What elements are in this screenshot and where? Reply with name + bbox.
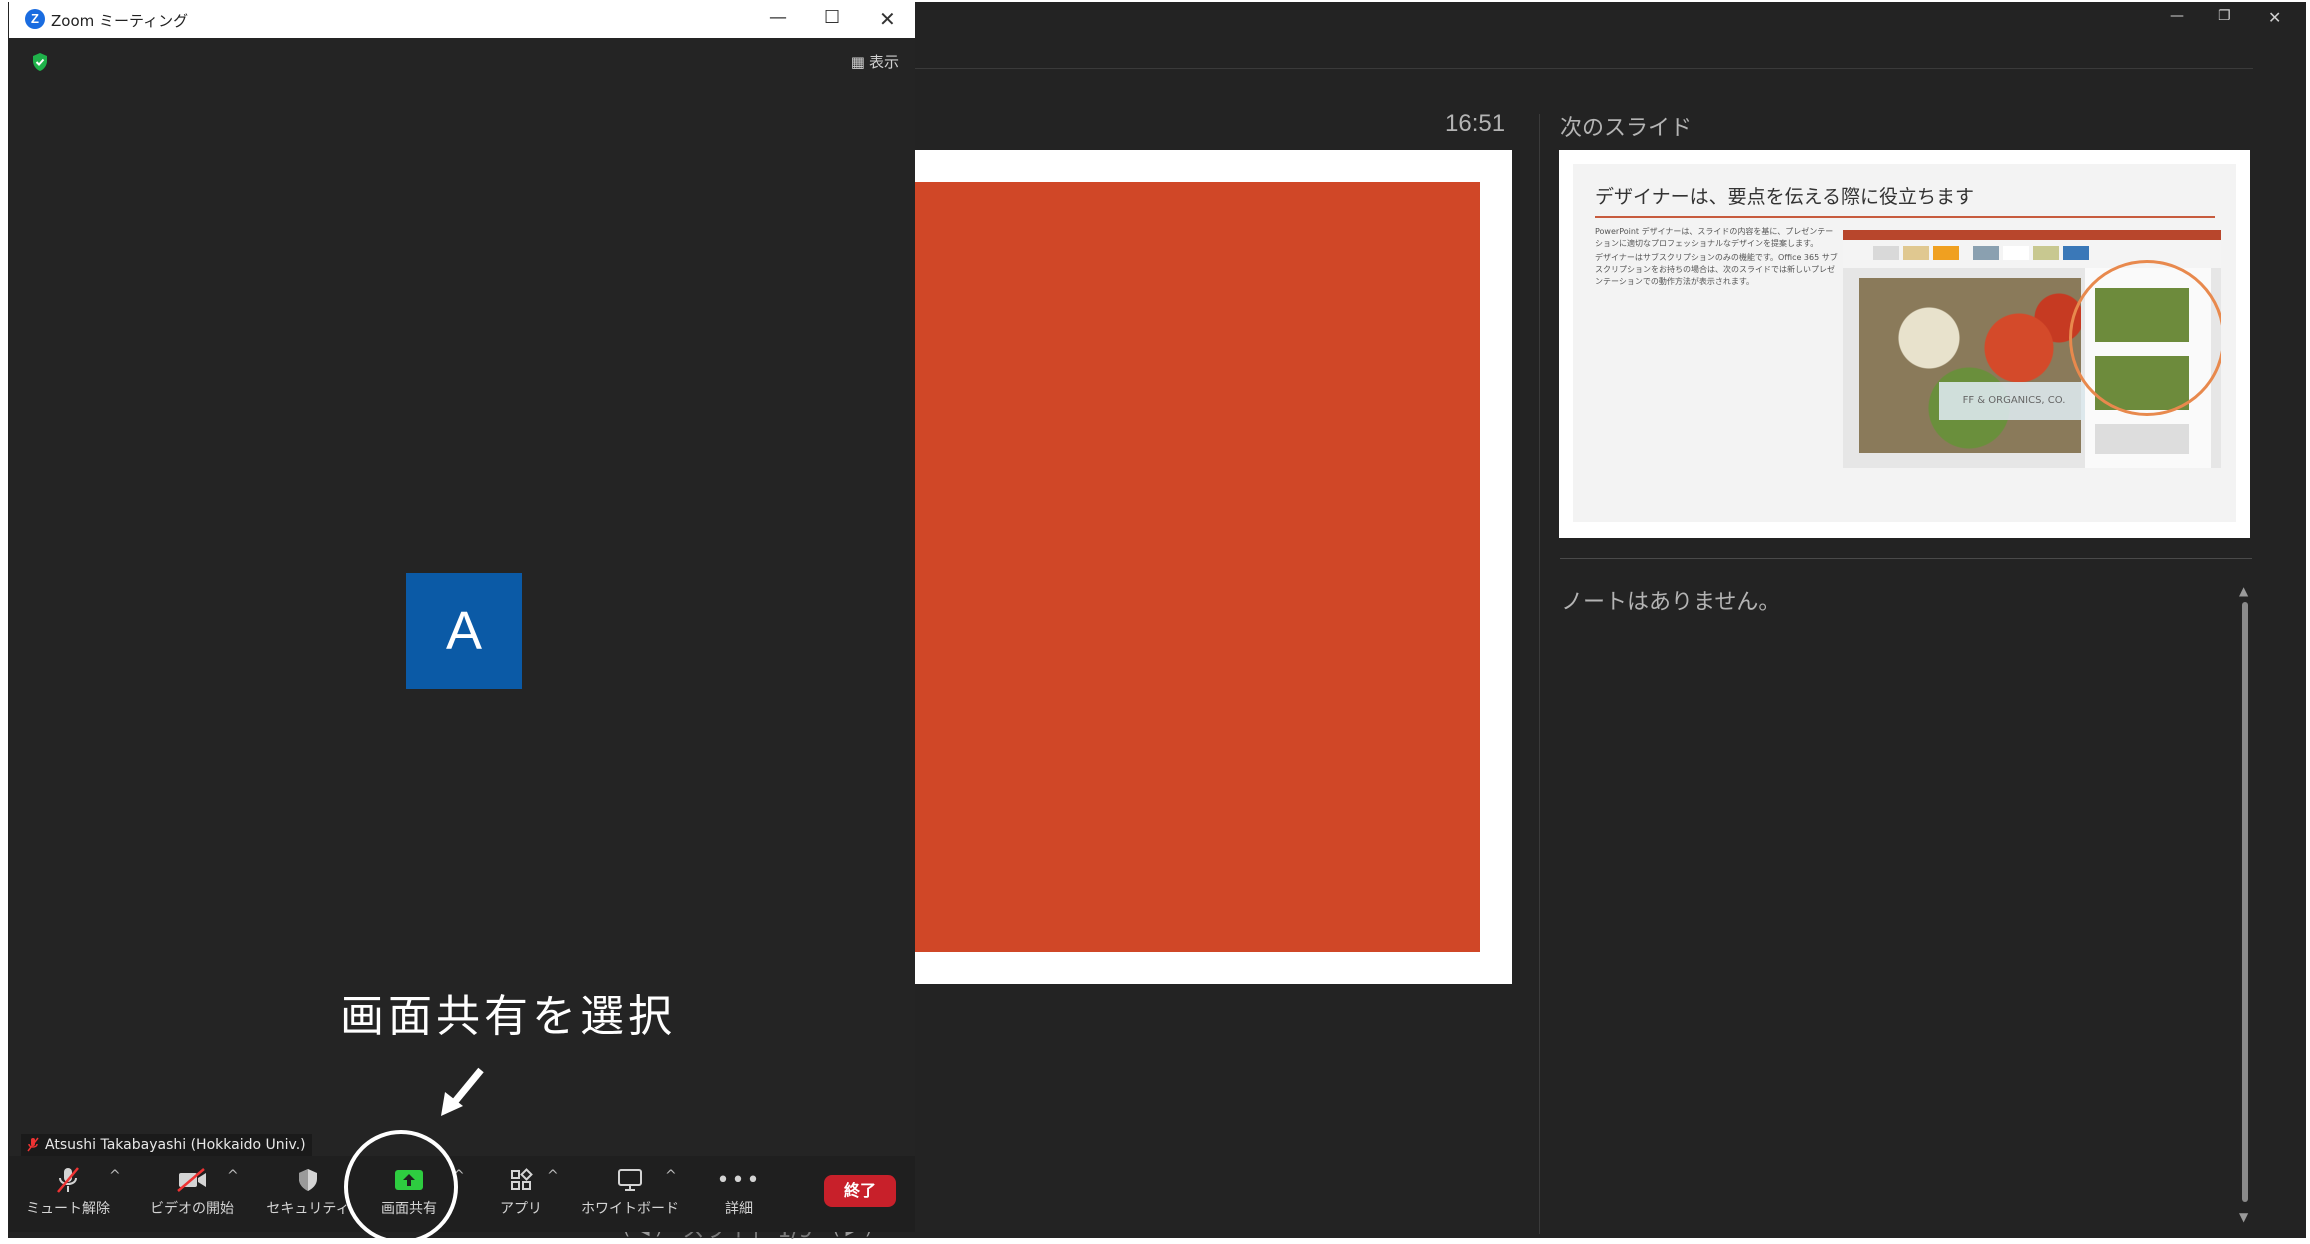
video-options-chevron-icon[interactable]: ^: [227, 1168, 239, 1184]
mock-titlebar: [1843, 230, 2221, 240]
vegetables-image: FF & ORGANICS, CO.: [1859, 278, 2089, 453]
mock-swatch: [1873, 246, 1899, 260]
next-slide-title: デザイナーは、要点を伝える際に役立ちます: [1595, 187, 1975, 208]
end-meeting-button[interactable]: 終了: [824, 1175, 896, 1207]
meeting-toolbar: ミュート解除 ^ ビデオの開始 ^ セキュリティ 画面共有 ^ アプリ ^ ホワ…: [9, 1156, 915, 1232]
more-dots-icon: •••: [716, 1167, 762, 1193]
scroll-up-icon[interactable]: ▲: [2239, 584, 2248, 598]
grid-icon: ▦: [850, 52, 865, 71]
window-title: Zoom ミーティング: [51, 12, 189, 30]
muted-mic-icon: [57, 1167, 79, 1193]
presentation-clock: 16:51: [1445, 110, 1506, 137]
scroll-down-icon[interactable]: ▼: [2239, 1210, 2248, 1224]
next-slide-paragraph: PowerPoint デザイナーは、スライドの内容を基に、プレゼンテーションに適…: [1595, 227, 1834, 248]
share-highlight-circle: [344, 1130, 458, 1244]
mock-swatch: [2003, 246, 2029, 260]
designer-screenshot: FF & ORGANICS, CO.: [1843, 230, 2221, 468]
notes-divider: [1560, 558, 2252, 559]
annotation-arrow-icon: [441, 1067, 484, 1116]
next-slide-preview[interactable]: デザイナーは、要点を伝える際に役立ちます PowerPoint デザイナーは、ス…: [1559, 150, 2250, 538]
more-label: 詳細: [725, 1201, 753, 1217]
scroll-thumb[interactable]: [2242, 602, 2248, 1202]
current-slide-content: [910, 182, 1480, 952]
mock-swatch: [2063, 246, 2089, 260]
minimize-icon[interactable]: —: [2170, 8, 2184, 24]
apps-label: アプリ: [500, 1201, 542, 1217]
whiteboard-options-chevron-icon[interactable]: ^: [665, 1168, 677, 1184]
notes-scrollbar[interactable]: ▲ ▼: [2238, 584, 2252, 1224]
next-slide-content: デザイナーは、要点を伝える際に役立ちます PowerPoint デザイナーは、ス…: [1573, 164, 2236, 522]
security-shield-icon: [299, 1169, 317, 1191]
mock-swatch: [1973, 246, 1999, 260]
whiteboard-label: ホワイトボード: [581, 1201, 679, 1217]
current-slide: [910, 150, 1512, 984]
close-icon[interactable]: ✕: [879, 7, 896, 31]
annotation-text: 画面共有を選択: [340, 991, 676, 1042]
security-button[interactable]: セキュリティ: [263, 1166, 353, 1218]
speaker-notes: ノートはありません。: [1561, 590, 1781, 615]
unmute-label: ミュート解除: [26, 1201, 110, 1217]
participant-name-tag: Atsushi Takabayashi (Hokkaido Univ.): [21, 1134, 312, 1156]
restore-icon[interactable]: ❐: [2218, 8, 2231, 24]
mock-swatch: [1933, 246, 1959, 260]
avatar: A: [406, 573, 522, 689]
participant-name: Atsushi Takabayashi (Hokkaido Univ.): [45, 1137, 306, 1153]
unmute-button[interactable]: ミュート解除: [23, 1166, 113, 1218]
apps-icon: [511, 1168, 533, 1190]
view-button[interactable]: ▦ 表示: [851, 51, 899, 72]
more-button[interactable]: ••• 詳細: [699, 1166, 779, 1218]
next-slide-paragraph: デザイナーはサブスクリプションのみの機能です。Office 365 サブスクリプ…: [1595, 253, 1838, 286]
apps-options-chevron-icon[interactable]: ^: [547, 1168, 559, 1184]
zoom-logo-icon: Z: [25, 9, 45, 29]
minimize-icon[interactable]: —: [769, 7, 787, 28]
close-icon[interactable]: ✕: [2268, 8, 2281, 27]
header-divider: [913, 68, 2253, 69]
whiteboard-icon: [618, 1169, 642, 1191]
mock-swatch: [2033, 246, 2059, 260]
design-thumbnail: [2095, 424, 2189, 454]
title-rule: [1595, 216, 2215, 218]
muted-mic-icon: [27, 1137, 39, 1152]
mock-swatch: [1903, 246, 1929, 260]
security-label: セキュリティ: [266, 1201, 350, 1217]
mock-caption: FF & ORGANICS, CO.: [1939, 382, 2089, 420]
highlight-ring: [2069, 260, 2221, 416]
maximize-icon[interactable]: ☐: [824, 7, 840, 28]
next-slide-label: 次のスライド: [1560, 116, 1693, 141]
zoom-titlebar: Z Zoom ミーティング — ☐ ✕: [9, 0, 915, 38]
video-off-icon: [177, 1168, 206, 1192]
start-video-label: ビデオの開始: [150, 1201, 234, 1217]
encryption-shield-icon[interactable]: [31, 52, 49, 72]
zoom-meeting-window: Z Zoom ミーティング — ☐ ✕ ▦ 表示 A 画面共有を選択 Atsus…: [9, 0, 915, 1232]
audio-options-chevron-icon[interactable]: ^: [109, 1168, 121, 1184]
view-label: 表示: [868, 53, 899, 71]
pane-divider: [1539, 114, 1540, 1234]
